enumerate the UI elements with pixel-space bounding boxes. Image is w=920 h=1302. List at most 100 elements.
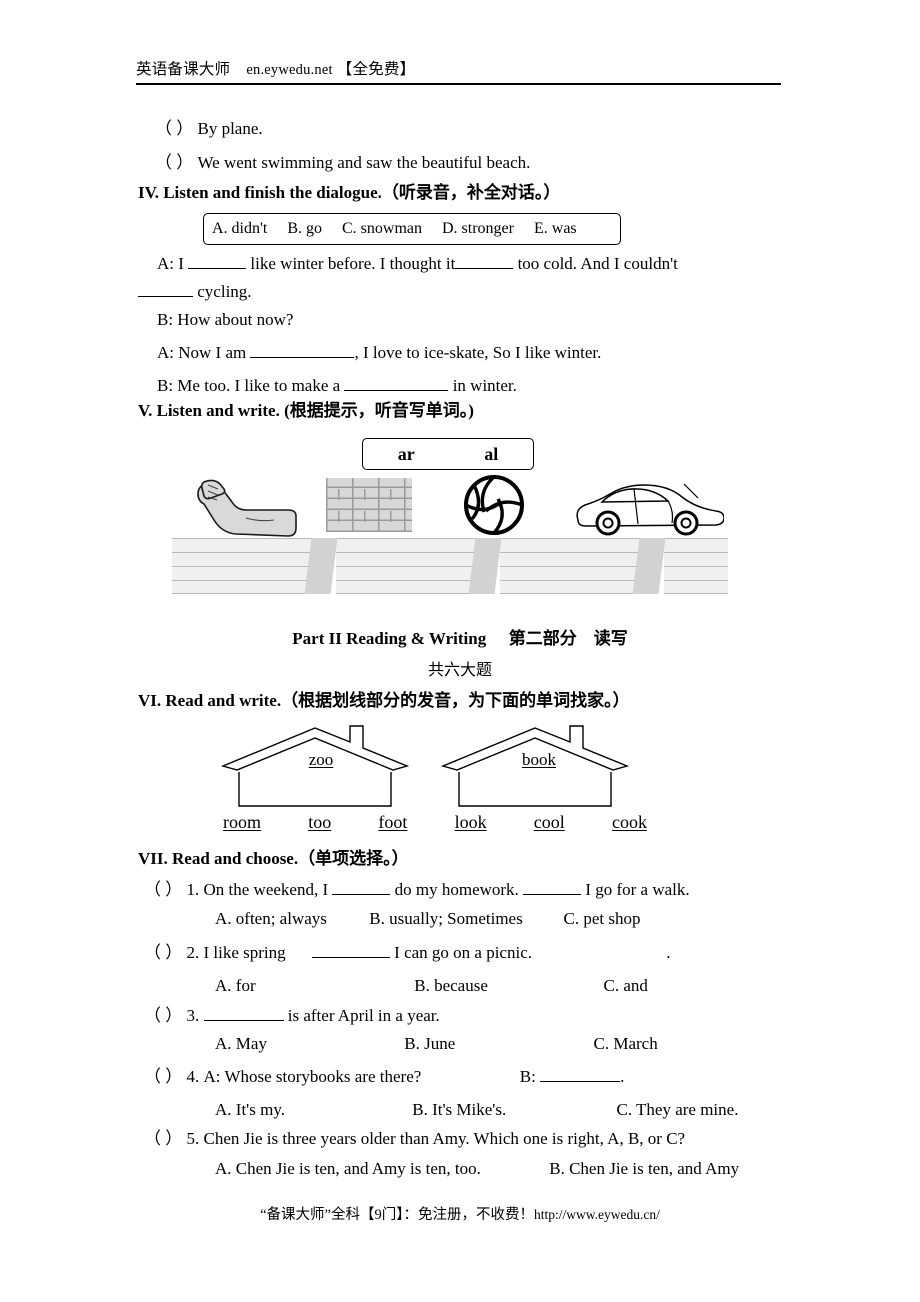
blank-field[interactable] [344, 390, 449, 391]
question-4-option-a[interactable]: A. It's my. [215, 1099, 408, 1121]
handwriting-lines-4[interactable] [664, 538, 728, 594]
dialogue-a1-part2: like winter before. I thought it [250, 254, 456, 273]
answer-paren[interactable]: （ ） [144, 1129, 182, 1148]
word-bank-option-e[interactable]: E. was [534, 220, 577, 238]
answer-paren[interactable]: （ ） [144, 1067, 182, 1086]
dialogue-line-b2: B: Me too. I like to make a in winter. [157, 375, 517, 397]
blank-field[interactable] [332, 894, 391, 895]
question-3-option-a[interactable]: A. May [215, 1033, 400, 1055]
section-iv-heading-en: IV. Listen and finish the dialogue. [138, 183, 382, 202]
dialogue-a2-part2: , I love to ice-skate, So I like winter. [354, 343, 602, 362]
section-vii-heading-en: VII. Read and choose. [138, 849, 299, 868]
answer-paren[interactable]: （ ） [155, 153, 193, 172]
phonics-box: ar al [362, 438, 534, 470]
word-bank-option-a[interactable]: A. didn't [212, 220, 267, 238]
question-2-option-a[interactable]: A. for [215, 975, 410, 997]
phonics-houses: zoo book room too foot look cool cook [215, 722, 655, 838]
question-4-options: A. It's my. B. It's Mike's. C. They are … [215, 1099, 855, 1121]
question-4-number: 4. [186, 1067, 200, 1086]
phonics-word-too[interactable]: too [308, 812, 331, 833]
header-site: en.eywedu.net [246, 62, 333, 78]
question-1-part2: do my homework. [394, 880, 519, 899]
question-5-stem: （ ） 5. Chen Jie is three years older tha… [144, 1128, 685, 1150]
page-footer: “备课大师”全科【9门】：免注册，不收费！http://www.eywedu.c… [0, 1203, 920, 1224]
dialogue-a1-part4: cycling. [197, 282, 252, 301]
phonics-word-cook[interactable]: cook [612, 812, 647, 833]
answer-paren[interactable]: （ ） [155, 119, 193, 138]
question-2-option-b[interactable]: B. because [414, 975, 599, 997]
blank-field[interactable] [188, 268, 247, 269]
lines-separator [468, 538, 502, 594]
house-left-label: zoo [275, 750, 367, 770]
dialogue-a1-part1: A: I [157, 254, 184, 273]
part-two-subtitle: 共六大题 [427, 662, 492, 679]
answer-paren[interactable]: （ ） [144, 880, 182, 899]
question-4-trailing: . [620, 1067, 625, 1086]
dialogue-b1-text: B: How about now? [157, 310, 294, 329]
blank-field[interactable] [250, 357, 355, 358]
question-5-option-b[interactable]: B. Chen Jie is ten, and Amy [549, 1159, 739, 1178]
question-4-option-b[interactable]: B. It's Mike's. [412, 1099, 612, 1121]
blank-field[interactable] [311, 957, 390, 958]
header-brand: 英语备课大师 [136, 61, 231, 78]
section-vi-heading: VI. Read and write.（根据划线部分的发音，为下面的单词找家。） [138, 690, 630, 712]
question-2-part1: I like spring [203, 943, 286, 962]
phonics-illustration: ar al [172, 432, 728, 598]
dialogue-a2-part1: A: Now I am [157, 343, 247, 362]
dialogue-b2-part2: in winter. [452, 376, 517, 395]
question-1-stem: （ ） 1. On the weekend, I do my homework.… [144, 879, 690, 901]
question-4-part1: A: Whose storybooks are there? [203, 1067, 422, 1086]
handwriting-lines-row [172, 538, 728, 598]
word-bank-option-c[interactable]: C. snowman [342, 220, 422, 238]
word-bank-box: A. didn't B. go C. snowman D. stronger E… [203, 213, 621, 245]
phonics-word-look[interactable]: look [455, 812, 487, 833]
question-2-options: A. for B. because C. and [215, 975, 815, 997]
answer-paren[interactable]: （ ） [144, 1006, 182, 1025]
phonics-word-foot[interactable]: foot [378, 812, 407, 833]
section-iv-heading-cn: （听录音，补全对话。） [381, 183, 561, 202]
phonics-word-cool[interactable]: cool [534, 812, 565, 833]
question-5-option-a[interactable]: A. Chen Jie is ten, and Amy is ten, too. [215, 1158, 545, 1180]
dialogue-line-b1: B: How about now? [157, 309, 293, 331]
part-two-title: Part II Reading & Writing 第二部分 读写 [0, 624, 920, 649]
question-2-option-c[interactable]: C. and [604, 976, 648, 995]
listening-item-1: （ ） By plane. [155, 118, 263, 140]
worksheet-page: 英语备课大师 en.eywedu.net 【全免费】 （ ） By plane.… [0, 0, 920, 1302]
section-vi-heading-cn: （根据划线部分的发音，为下面的单词找家。） [281, 691, 630, 710]
question-3-options: A. May B. June C. March [215, 1033, 815, 1055]
blank-field[interactable] [523, 894, 582, 895]
question-4-option-c[interactable]: C. They are mine. [617, 1100, 739, 1119]
page-header: 英语备课大师 en.eywedu.net 【全免费】 [136, 60, 781, 85]
blank-field[interactable] [203, 1020, 284, 1021]
footer-text: “备课大师”全科【9门】：免注册，不收费！ [260, 1207, 534, 1223]
listening-item-2-text: We went swimming and saw the beautiful b… [197, 153, 531, 172]
question-1-part1: On the weekend, I [203, 880, 329, 899]
word-bank-option-b[interactable]: B. go [287, 220, 322, 238]
question-1-option-a[interactable]: A. often; always [215, 908, 365, 930]
question-3-option-c[interactable]: C. March [594, 1034, 658, 1053]
question-2-trailing: . [666, 943, 671, 962]
handwriting-lines-3[interactable] [500, 538, 640, 594]
question-3-number: 3. [186, 1006, 200, 1025]
answer-paren[interactable]: （ ） [144, 943, 182, 962]
phonics-al: al [484, 443, 499, 464]
blank-field[interactable] [455, 268, 514, 269]
lines-separator [632, 538, 666, 594]
blank-field[interactable] [138, 296, 193, 297]
footer-url[interactable]: http://www.eywedu.cn/ [534, 1207, 660, 1222]
question-3-part2: is after April in a year. [287, 1006, 440, 1025]
phonics-word-room[interactable]: room [223, 812, 261, 833]
handwriting-lines-1[interactable] [172, 538, 312, 594]
header-text: 英语备课大师 en.eywedu.net 【全免费】 [136, 60, 781, 80]
blank-field[interactable] [540, 1081, 621, 1082]
question-3-stem: （ ） 3. is after April in a year. [144, 1005, 440, 1027]
question-2-part2: I can go on a picnic. [394, 943, 532, 962]
section-v-heading-cn: (根据提示，听音写单词。) [284, 401, 474, 420]
question-1-option-b[interactable]: B. usually; Sometimes [369, 908, 559, 930]
handwriting-lines-2[interactable] [336, 538, 476, 594]
car-icon [572, 480, 725, 541]
question-1-option-c[interactable]: C. pet shop [564, 909, 641, 928]
word-bank-option-d[interactable]: D. stronger [442, 220, 514, 238]
part-two-title-cn: 第二部分 读写 [508, 629, 628, 648]
question-3-option-b[interactable]: B. June [404, 1033, 589, 1055]
